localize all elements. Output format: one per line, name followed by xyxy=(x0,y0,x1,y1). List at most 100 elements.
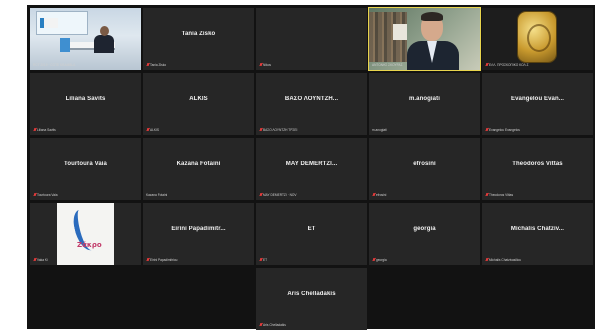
participant-display-name: georgia xyxy=(413,226,436,232)
participant-name-label: Nikos xyxy=(263,62,271,67)
participant-footer: ET xyxy=(259,257,267,262)
participant-display-name: Tania Zisko xyxy=(181,31,216,37)
participant-name-label: Theodoros Vittas xyxy=(489,192,514,197)
mic-muted-icon xyxy=(372,192,375,197)
participant-tile[interactable]: Evangelou Evan... Evangelou Evangelos xyxy=(482,73,593,135)
mic-muted-icon xyxy=(33,257,36,262)
mic-muted-icon xyxy=(259,192,262,197)
participant-display-name: Michalis Chatziv... xyxy=(510,226,565,232)
participant-video xyxy=(369,8,480,70)
participant-display-name: ET xyxy=(307,226,316,232)
mic-muted-icon xyxy=(372,257,375,262)
mic-muted-icon xyxy=(485,192,488,197)
participant-tile[interactable]: Liliana Savits Liliana Savits xyxy=(30,73,141,135)
participant-name-label: georgia xyxy=(376,257,387,262)
participant-footer: Vaka Ki xyxy=(33,257,48,262)
participant-display-name: MAY DEMERTZI... xyxy=(285,161,338,167)
participant-footer: Aris Chelladakis xyxy=(259,322,286,327)
participant-display-name: ALKIS xyxy=(189,96,208,102)
video-gallery-grid: RCT 2019 · COTE KRAMBLA Tania Zisko Tani… xyxy=(27,5,595,330)
participant-tile[interactable]: Theodoros Vittas Theodoros Vittas xyxy=(482,138,593,200)
participant-footer: Evangelou Evangelos xyxy=(485,127,520,132)
participant-name-label: m.anogiati xyxy=(372,127,387,132)
participant-name-label: ΑΝΤΩΝΗΣ ΣΚΟΥΡΑΣ xyxy=(372,62,403,67)
participant-footer: Theodoros Vittas xyxy=(485,192,513,197)
participant-tile[interactable]: Ζάκρο Vaka Ki xyxy=(30,203,141,265)
participant-display-name: Theodoros Vittas xyxy=(512,161,563,167)
participant-tile-active-speaker[interactable]: ΑΝΤΩΝΗΣ ΣΚΟΥΡΑΣ xyxy=(368,7,481,71)
participant-tile[interactable]: Tourtoura Vaia Tourtoura Vaia xyxy=(30,138,141,200)
participant-tile[interactable]: georgia georgia xyxy=(369,203,480,265)
participant-name-label: Evangelou Evangelos xyxy=(489,127,520,132)
mic-muted-icon xyxy=(146,127,149,132)
participant-footer: efrosini xyxy=(372,192,386,197)
participant-tile[interactable]: Michalis Chatziv... Michalis Chatzivasil… xyxy=(482,203,593,265)
mic-muted-icon xyxy=(485,62,488,67)
participant-tile[interactable]: MAY DEMERTZI... MAY DEMERTZI · NOV xyxy=(256,138,367,200)
participant-footer: RCT 2019 · COTE KRAMBLA xyxy=(33,62,75,67)
participant-name-label: Tania Zisko xyxy=(150,62,167,67)
participant-footer: Kazana Fotaini xyxy=(146,192,167,197)
mic-muted-icon xyxy=(33,192,36,197)
participant-name-label: ALKIS xyxy=(150,127,160,132)
participant-display-name: Aris Chelladakis xyxy=(287,291,336,297)
participant-footer: MAY DEMERTZI · NOV xyxy=(259,192,296,197)
participant-tile[interactable]: Eirini Papadimitr... Eirini Papadimitrio… xyxy=(143,203,254,265)
mic-muted-icon xyxy=(259,127,262,132)
logo-text: Ζάκρο xyxy=(77,241,102,249)
participant-tile[interactable]: RCT 2019 · COTE KRAMBLA xyxy=(30,8,141,70)
mic-muted-icon xyxy=(259,322,262,327)
participant-tile[interactable]: ALKIS ALKIS xyxy=(143,73,254,135)
participant-tile[interactable]: efrosini efrosini xyxy=(369,138,480,200)
participant-name-label: Michalis Chatzivasiliou xyxy=(489,257,522,262)
participant-footer: ΕΛΛ. ΠΡΟΣΚΟΠΙΚΟ ΚΟΛ.Σ xyxy=(485,62,529,67)
participant-name-label: Vaka Ki xyxy=(37,257,48,262)
participant-name-label: Aris Chelladakis xyxy=(263,322,286,327)
participant-name-label: Liliana Savits xyxy=(37,127,56,132)
participant-logo-image: Ζάκρο xyxy=(57,203,114,265)
mic-muted-icon xyxy=(146,257,149,262)
participant-name-label: Tourtoura Vaia xyxy=(37,192,58,197)
participant-footer: georgia xyxy=(372,257,387,262)
participant-name-label: MAY DEMERTZI · NOV xyxy=(263,192,297,197)
participant-display-name: m.anogiati xyxy=(408,96,440,102)
mic-muted-icon xyxy=(485,257,488,262)
participant-tile[interactable]: Kazana Fotaini Kazana Fotaini xyxy=(143,138,254,200)
participant-tile[interactable]: ΕΛΛ. ΠΡΟΣΚΟΠΙΚΟ ΚΟΛ.Σ xyxy=(482,8,593,70)
participant-video xyxy=(30,8,141,70)
participant-display-name: ΒΑΣΟ ΛΟΥΝΤΖΗ... xyxy=(284,96,339,102)
participant-tile[interactable]: Nikos xyxy=(256,8,367,70)
participant-footer: Eirini Papadimitriou xyxy=(146,257,177,262)
participant-display-name: efrosini xyxy=(413,161,436,167)
participant-footer: ΒΑΣΟ ΛΟΥΝΤΖΗ ΤΡΣΕΙ xyxy=(259,127,297,132)
participant-footer: ALKIS xyxy=(146,127,159,132)
participant-display-name: Tourtoura Vaia xyxy=(64,161,107,167)
participant-name-label: Eirini Papadimitriou xyxy=(150,257,178,262)
participant-name-label: ET xyxy=(263,257,268,262)
participant-name-label: ΒΑΣΟ ΛΟΥΝΤΖΗ ΤΡΣΕΙ xyxy=(263,127,298,132)
mic-muted-icon xyxy=(259,257,262,262)
mic-muted-icon xyxy=(485,127,488,132)
participant-tile[interactable]: m.anogiati m.anogiati xyxy=(369,73,480,135)
mic-muted-icon xyxy=(33,127,36,132)
participant-display-name: Liliana Savits xyxy=(65,96,106,102)
participant-tile[interactable]: Aris Chelladakis Aris Chelladakis xyxy=(256,268,367,330)
participant-name-label: efrosini xyxy=(376,192,387,197)
participant-tile[interactable]: ΒΑΣΟ ΛΟΥΝΤΖΗ... ΒΑΣΟ ΛΟΥΝΤΖΗ ΤΡΣΕΙ xyxy=(256,73,367,135)
participant-video xyxy=(482,8,593,70)
participant-tile[interactable]: ET ET xyxy=(256,203,367,265)
participant-footer: Nikos xyxy=(259,62,271,67)
participant-footer: Tourtoura Vaia xyxy=(33,192,58,197)
participant-name-label: RCT 2019 · COTE KRAMBLA xyxy=(33,62,76,67)
mic-muted-icon xyxy=(146,62,149,67)
participant-footer: Michalis Chatzivasiliou xyxy=(485,257,521,262)
participant-footer: Tania Zisko xyxy=(146,62,166,67)
participant-name-label: ΕΛΛ. ΠΡΟΣΚΟΠΙΚΟ ΚΟΛ.Σ xyxy=(489,62,529,67)
participant-footer: m.anogiati xyxy=(372,127,387,132)
participant-display-name: Evangelou Evan... xyxy=(510,96,565,102)
participant-footer: Liliana Savits xyxy=(33,127,56,132)
participant-display-name: Kazana Fotaini xyxy=(176,161,221,167)
participant-tile[interactable]: Tania Zisko Tania Zisko xyxy=(143,8,254,70)
participant-footer: ΑΝΤΩΝΗΣ ΣΚΟΥΡΑΣ xyxy=(372,62,403,67)
participant-name-label: Kazana Fotaini xyxy=(146,192,168,197)
